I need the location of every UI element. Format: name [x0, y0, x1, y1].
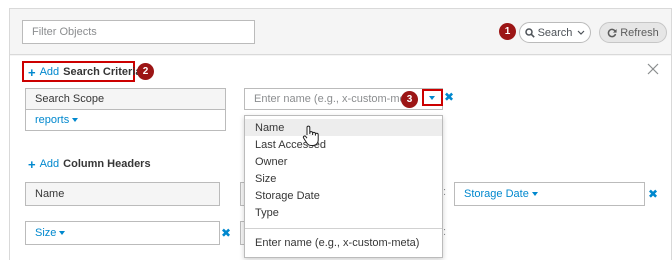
add-column-headers-link[interactable]: + Add Column Headers	[28, 156, 151, 172]
menu-item-size[interactable]: Size	[245, 170, 442, 187]
storage-date-value: Storage Date	[464, 188, 529, 200]
remove-column-icon[interactable]: ✖	[648, 187, 658, 201]
column-separator: :	[443, 226, 447, 238]
menu-item-last-accessed[interactable]: Last Accessed	[245, 136, 442, 153]
menu-divider	[245, 228, 442, 229]
chevron-down-icon	[577, 30, 585, 36]
size-value: Size	[35, 227, 57, 239]
metadata-name-placeholder: Enter name (e.g., x-custom-meta)	[254, 93, 419, 105]
search-button-label: Search	[537, 26, 573, 39]
close-icon[interactable]	[646, 62, 660, 76]
column-separator: :	[443, 186, 447, 198]
search-scope-label: Search Scope	[25, 88, 226, 110]
remove-criteria-icon[interactable]: ✖	[444, 90, 454, 104]
column-header-name: Name	[25, 182, 220, 206]
hand-cursor-icon	[302, 125, 320, 147]
menu-item-custom-name[interactable]: Enter name (e.g., x-custom-meta)	[245, 234, 442, 251]
filter-objects-input[interactable]: Filter Objects	[22, 20, 255, 44]
add-column-headers-label: Column Headers	[63, 158, 151, 170]
step-badge-3: 3	[401, 91, 418, 108]
column-header-storage-date-select[interactable]: Storage Date	[454, 182, 645, 206]
caret-down-icon	[72, 118, 79, 122]
caret-down-icon	[59, 231, 66, 235]
caret-down-icon	[429, 96, 435, 100]
menu-item-owner[interactable]: Owner	[245, 153, 442, 170]
menu-item-storage-date[interactable]: Storage Date	[245, 187, 442, 204]
add-search-criteria-link[interactable]: + Add Search Criteria	[28, 64, 141, 80]
add-column-headers-add-word: Add	[39, 158, 60, 170]
menu-item-name[interactable]: Name	[245, 119, 442, 136]
step-badge-1: 1	[499, 23, 516, 40]
add-search-criteria-label: Search Criteria	[63, 66, 142, 78]
search-icon	[524, 27, 535, 38]
metadata-dropdown-menu: Name Last Accessed Owner Size Storage Da…	[244, 115, 443, 258]
refresh-button-label: Refresh	[620, 26, 659, 39]
remove-column-icon[interactable]: ✖	[221, 226, 231, 240]
plus-icon: +	[28, 156, 36, 172]
column-header-size-select[interactable]: Size	[25, 221, 220, 245]
refresh-button[interactable]: Refresh	[599, 22, 667, 43]
caret-down-icon	[531, 192, 538, 196]
refresh-icon	[607, 28, 617, 38]
name-dropdown-toggle[interactable]	[422, 89, 443, 106]
menu-item-type[interactable]: Type	[245, 204, 442, 221]
plus-icon: +	[28, 64, 36, 80]
add-search-criteria-add-word: Add	[39, 66, 60, 78]
search-scope-select[interactable]: reports	[25, 109, 226, 131]
search-button[interactable]: Search	[519, 22, 591, 43]
search-scope-value: reports	[35, 114, 70, 126]
filter-objects-placeholder: Filter Objects	[32, 26, 97, 38]
step-badge-2: 2	[137, 63, 154, 80]
